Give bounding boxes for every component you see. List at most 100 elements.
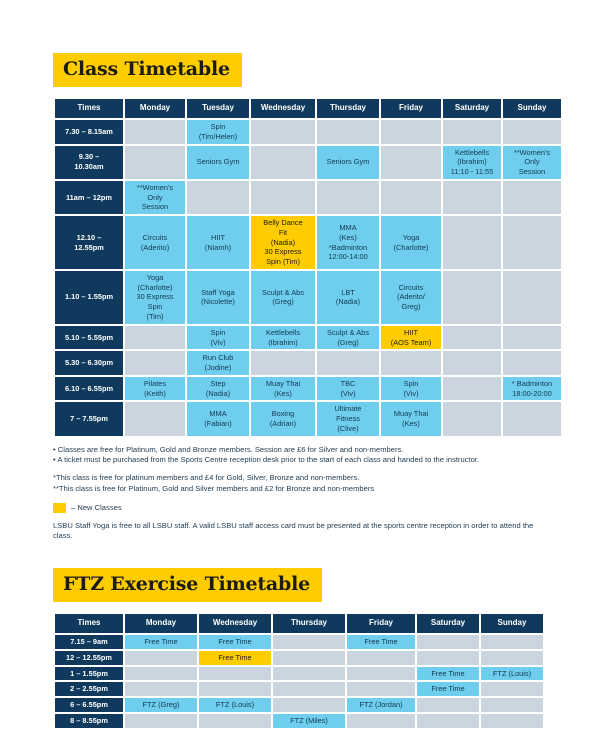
ftz-timetable-title: FTZ Exercise Timetable xyxy=(53,568,323,603)
empty-cell xyxy=(125,120,185,144)
time-slot-label: 7.30 – 8.15am xyxy=(55,120,123,144)
empty-cell xyxy=(443,216,501,269)
class-cell[interactable]: **Women's Only Session xyxy=(125,180,185,215)
class-cell[interactable]: HIIT (Niamh) xyxy=(187,216,249,269)
class-timetable-header-row: Times Monday Tuesday Wednesday Thursday Frida… xyxy=(55,99,561,118)
empty-cell xyxy=(417,650,479,665)
class-cell[interactable]: Spin (Tim/Helen) xyxy=(187,120,249,144)
class_timetable-col-header: Sunday xyxy=(503,99,561,118)
class-cell[interactable]: HIIT (AOS Team) xyxy=(381,325,441,350)
class-cell[interactable]: FTZ (Miles) xyxy=(273,713,345,728)
class-cell[interactable]: Yoga (Charlotte) xyxy=(381,216,441,269)
empty-cell xyxy=(503,270,561,324)
class-cell[interactable]: Kettlebells (Ibrahim) 11:10 - 11:55 xyxy=(443,145,501,179)
class-cell[interactable]: Free Time xyxy=(199,650,271,665)
empty-cell xyxy=(125,145,185,179)
table-row: 6 – 6.55pm FTZ (Greg) FTZ (Louis) FTZ (Jord… xyxy=(55,698,543,712)
class-cell[interactable]: FTZ (Jordan) xyxy=(347,698,415,712)
empty-cell xyxy=(503,216,561,269)
class-cell[interactable]: LBT (Nadia) xyxy=(317,270,379,324)
time-slot-label: 1 – 1.55pm xyxy=(55,666,123,681)
class-cell[interactable]: Muay Thai (Kes) xyxy=(381,402,441,436)
empty-cell xyxy=(273,635,345,649)
empty-cell xyxy=(417,698,479,712)
class-cell[interactable]: Staff Yoga (Nicolette) xyxy=(187,270,249,324)
class-cell[interactable]: **Women's Only Session xyxy=(503,145,561,179)
note-bullet-2: • A ticket must be purchased from the Sp… xyxy=(53,455,480,465)
ftz_timetable-col-header: Friday xyxy=(347,614,415,634)
empty-cell xyxy=(251,351,315,375)
class-timetable-title-wrap: Class Timetable xyxy=(53,53,564,87)
table-row: 7 – 7.55pm MMA (Fabian) Boxing (Adrian) Ultim… xyxy=(55,402,561,436)
class-cell[interactable]: Circuits (Aderito) xyxy=(125,216,185,269)
empty-cell xyxy=(381,145,441,179)
empty-cell xyxy=(273,682,345,697)
empty-cell xyxy=(481,698,543,712)
class-cell[interactable]: Yoga (Charlotte) 30 Express Spin (Tim) xyxy=(125,270,185,324)
class-cell[interactable]: Sculpt & Abs (Greg) xyxy=(317,325,379,350)
table-row: 6.10 – 6.55pm Pilates (Keith) Step (Nadia) Mu… xyxy=(55,376,561,401)
ftz-timetable-header-row: Times Monday Wednesday Thursday Friday Saturd… xyxy=(55,614,543,634)
class-cell[interactable]: Seniors Gym xyxy=(187,145,249,179)
empty-cell xyxy=(251,180,315,215)
empty-cell xyxy=(125,325,185,350)
empty-cell xyxy=(503,402,561,436)
class-cell[interactable]: Free Time xyxy=(347,635,415,649)
empty-cell xyxy=(125,402,185,436)
empty-cell xyxy=(417,713,479,728)
class-cell[interactable]: Boxing (Adrian) xyxy=(251,402,315,436)
time-slot-label: 6.10 – 6.55pm xyxy=(55,376,123,401)
class-cell[interactable]: MMA (Fabian) xyxy=(187,402,249,436)
class-cell[interactable]: FTZ (Louis) xyxy=(199,698,271,712)
table-row: 7.15 – 9am Free Time Free Time Free Time xyxy=(55,635,543,649)
empty-cell xyxy=(347,713,415,728)
class-cell[interactable]: MMA (Kes) *Badminton 12:00-14:00 xyxy=(317,216,379,269)
empty-cell xyxy=(273,698,345,712)
ftz_timetable-col-header: Monday xyxy=(125,614,197,634)
class-cell[interactable]: FTZ (Louis) xyxy=(481,666,543,681)
class-cell[interactable]: Run Club (Jodine) xyxy=(187,351,249,375)
class-cell[interactable]: Free Time xyxy=(417,666,479,681)
ftz-timetable-header: Times Monday Wednesday Thursday Friday Saturd… xyxy=(55,614,543,634)
class-cell[interactable]: Sculpt & Abs (Greg) xyxy=(251,270,315,324)
empty-cell xyxy=(503,180,561,215)
class-cell[interactable]: Circuits (Aderito/Greg) xyxy=(381,270,441,324)
class-cell[interactable]: * Badminton 18:00-20:00 xyxy=(503,376,561,401)
class-cell[interactable]: Step (Nadia) xyxy=(187,376,249,401)
class-cell[interactable]: Pilates (Keith) xyxy=(125,376,185,401)
class_timetable-col-header: Saturday xyxy=(443,99,501,118)
class-cell[interactable]: Spin (Viv) xyxy=(187,325,249,350)
table-row: 12.10 –12.55pm Circuits (Aderito) HIIT (Niam… xyxy=(55,216,561,269)
class-cell[interactable]: TBC (Viv) xyxy=(317,376,379,401)
time-slot-label: 12.10 –12.55pm xyxy=(55,216,123,269)
class-cell[interactable]: FTZ (Greg) xyxy=(125,698,197,712)
class-cell[interactable]: Belly Dance Fit (Nadia) 30 Express Spin (Tim… xyxy=(251,216,315,269)
class-cell[interactable]: Free Time xyxy=(417,682,479,697)
empty-cell xyxy=(199,682,271,697)
class-cell[interactable]: Free Time xyxy=(125,635,197,649)
class-cell[interactable]: Seniors Gym xyxy=(317,145,379,179)
time-slot-label: 5.10 – 5.55pm xyxy=(55,325,123,350)
class-cell[interactable]: Ultimate Fitness (Clive) xyxy=(317,402,379,436)
empty-cell xyxy=(481,713,543,728)
ftz_timetable-col-header: Wednesday xyxy=(199,614,271,634)
time-slot-label: 7.15 – 9am xyxy=(55,635,123,649)
timetable-page: Class Timetable Times Monday Tuesday Wednes… xyxy=(0,0,600,730)
empty-cell xyxy=(481,682,543,697)
class_timetable-col-header: Times xyxy=(55,99,123,118)
table-row: 7.30 – 8.15am Spin (Tim/Helen) xyxy=(55,120,561,144)
empty-cell xyxy=(317,180,379,215)
class-cell[interactable]: Spin (Viv) xyxy=(381,376,441,401)
empty-cell xyxy=(273,650,345,665)
time-slot-label: 5.30 – 6.30pm xyxy=(55,351,123,375)
empty-cell xyxy=(347,650,415,665)
empty-cell xyxy=(199,713,271,728)
class-cell[interactable]: Free Time xyxy=(199,635,271,649)
notes-block: • Classes are free for Platinum, Gold an… xyxy=(53,445,553,542)
empty-cell xyxy=(199,666,271,681)
note-bullet-1: • Classes are free for Platinum, Gold an… xyxy=(53,444,404,454)
class-cell[interactable]: Kettlebells (Ibrahim) xyxy=(251,325,315,350)
class-timetable: Times Monday Tuesday Wednesday Thursday Frida… xyxy=(53,97,563,438)
class-cell[interactable]: Muay Thai (Kes) xyxy=(251,376,315,401)
class_timetable-col-header: Wednesday xyxy=(251,99,315,118)
